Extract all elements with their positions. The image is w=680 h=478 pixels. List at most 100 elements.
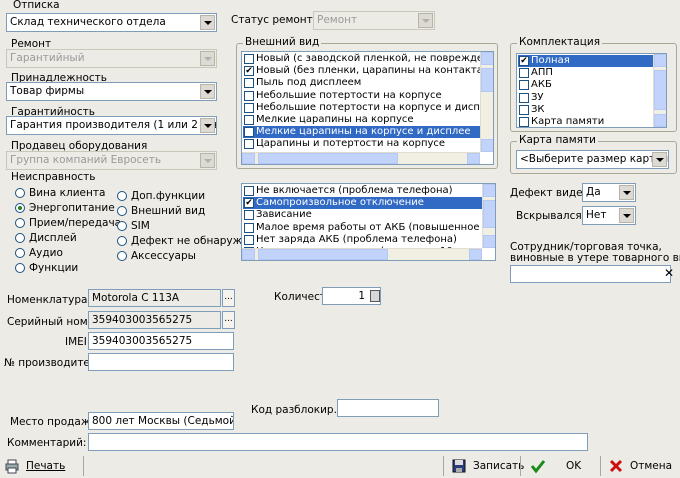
checkbox[interactable] bbox=[519, 117, 529, 127]
comment-field[interactable] bbox=[88, 433, 588, 451]
radio-icon[interactable] bbox=[15, 218, 25, 228]
chevron-down-icon[interactable] bbox=[200, 118, 215, 133]
save-button[interactable]: Записать bbox=[451, 456, 524, 476]
fault-radio[interactable]: Вина клиента bbox=[15, 187, 105, 199]
vertical-scrollbar[interactable] bbox=[653, 54, 666, 127]
fault-radio[interactable]: Доп.функции bbox=[117, 190, 205, 202]
sale-place-field[interactable]: 800 лет Москвы (Седьмой кон bbox=[88, 412, 234, 430]
garantiynost-select[interactable]: Гарантия производителя (1 или 2 года) bbox=[6, 116, 217, 135]
list-item[interactable]: Малое время работы от АКБ (повышенное эн… bbox=[243, 222, 482, 234]
chevron-down-icon[interactable] bbox=[619, 208, 634, 223]
clear-icon[interactable]: ✕ bbox=[664, 266, 674, 280]
scroll-up-icon[interactable] bbox=[483, 184, 495, 197]
chevron-down-icon[interactable] bbox=[619, 185, 634, 200]
fault-radio[interactable]: Прием/передача bbox=[15, 217, 121, 229]
radio-icon[interactable] bbox=[117, 251, 127, 261]
checkbox[interactable] bbox=[244, 115, 254, 126]
calculator-icon[interactable] bbox=[370, 290, 380, 302]
serial-browse-button[interactable]: ... bbox=[222, 311, 235, 329]
scroll-up-icon[interactable] bbox=[481, 52, 493, 65]
otpiska-select[interactable]: Склад технического отдела bbox=[6, 13, 217, 32]
fault-radio[interactable]: Внешний вид bbox=[117, 205, 205, 217]
ok-button[interactable]: OK bbox=[530, 456, 581, 476]
cancel-button[interactable]: Отмена bbox=[608, 456, 672, 476]
radio-icon[interactable] bbox=[15, 248, 25, 258]
scroll-up-icon[interactable] bbox=[654, 54, 666, 67]
fault-radio[interactable]: Аудио bbox=[15, 247, 63, 259]
checkbox[interactable] bbox=[519, 92, 529, 103]
list-item[interactable]: Зависание bbox=[243, 209, 482, 221]
list-item[interactable]: ✔ Полная bbox=[518, 55, 653, 68]
radio-icon[interactable] bbox=[117, 206, 127, 216]
checkbox[interactable] bbox=[244, 54, 254, 65]
list-item[interactable]: Мелкие царапины на корпусе и дисплее bbox=[243, 126, 480, 139]
prinadlezhnost-select[interactable]: Товар фирмы bbox=[6, 82, 217, 101]
scroll-down-icon[interactable] bbox=[654, 114, 666, 127]
opened-select[interactable]: Нет bbox=[582, 206, 636, 225]
memory-card-select[interactable]: <Выберите размер карты пам bbox=[516, 150, 669, 169]
radio-icon[interactable] bbox=[117, 236, 127, 246]
scroll-left-icon[interactable] bbox=[242, 153, 255, 164]
chevron-down-icon[interactable] bbox=[652, 152, 667, 167]
radio-icon[interactable] bbox=[15, 233, 25, 243]
list-item[interactable]: ЗК bbox=[518, 104, 653, 116]
list-item[interactable]: Небольшие потертости на корпусе bbox=[243, 90, 480, 102]
fault-radio[interactable]: Аксессуары bbox=[117, 250, 196, 262]
list-item[interactable]: Нет заряда АКБ (проблема телефона) bbox=[243, 234, 482, 246]
radio-icon[interactable] bbox=[117, 191, 127, 201]
list-item[interactable]: Не включается (проблема телефона) bbox=[243, 185, 482, 197]
scroll-left-icon[interactable] bbox=[242, 249, 255, 260]
defect-seen-select[interactable]: Да bbox=[582, 183, 636, 202]
checkbox[interactable] bbox=[244, 102, 254, 113]
unlock-code-field[interactable] bbox=[337, 399, 439, 417]
radio-icon[interactable] bbox=[15, 263, 25, 273]
vneshny-vid-list[interactable]: Новый (с заводской пленкой, не поврежден… bbox=[241, 51, 494, 165]
defects-list[interactable]: Не включается (проблема телефона) ✔ Самопр… bbox=[241, 183, 496, 261]
checkbox[interactable] bbox=[244, 234, 254, 245]
scroll-down-icon[interactable] bbox=[483, 235, 495, 248]
list-item[interactable]: ЗУ bbox=[518, 92, 653, 104]
scroll-thumb[interactable] bbox=[654, 70, 666, 110]
chevron-down-icon[interactable] bbox=[200, 15, 215, 30]
scroll-thumb-h[interactable] bbox=[258, 153, 398, 164]
radio-icon[interactable] bbox=[15, 188, 25, 198]
list-item[interactable]: ✔ Самопроизвольное отключение bbox=[243, 197, 482, 210]
vertical-scrollbar[interactable] bbox=[482, 184, 495, 248]
radio-icon[interactable] bbox=[117, 221, 127, 231]
list-item[interactable]: АПП bbox=[518, 67, 653, 79]
checkbox[interactable] bbox=[244, 127, 254, 138]
print-button[interactable]: Печать bbox=[4, 456, 65, 476]
checkbox[interactable]: ✔ bbox=[244, 198, 254, 209]
checkbox[interactable] bbox=[519, 80, 529, 91]
checkbox[interactable] bbox=[244, 210, 254, 221]
scroll-thumb-h[interactable] bbox=[258, 249, 388, 260]
checkbox[interactable] bbox=[519, 104, 529, 115]
checkbox[interactable]: ✔ bbox=[244, 66, 254, 77]
list-item[interactable]: Царапины и потертости на корпусе bbox=[243, 138, 480, 150]
fault-radio[interactable]: SIM bbox=[117, 220, 150, 232]
horizontal-scrollbar[interactable] bbox=[242, 152, 480, 164]
scroll-right-icon[interactable] bbox=[469, 249, 482, 260]
list-item[interactable]: Мелкие царапины на корпусе bbox=[243, 114, 480, 126]
checkbox[interactable] bbox=[244, 78, 254, 89]
manufacturer-no-field[interactable] bbox=[88, 353, 234, 371]
scroll-down-icon[interactable] bbox=[481, 139, 493, 152]
list-item[interactable]: Пыль под дисплеем bbox=[243, 77, 480, 89]
fault-radio[interactable]: Функции bbox=[15, 262, 78, 274]
nomenclature-browse-button[interactable]: ... bbox=[222, 289, 235, 307]
fault-radio[interactable]: Дефект не обнаружен bbox=[117, 235, 255, 247]
employee-field[interactable] bbox=[510, 265, 671, 283]
checkbox[interactable] bbox=[244, 222, 254, 233]
list-item[interactable]: АКБ bbox=[518, 79, 653, 91]
scroll-thumb[interactable] bbox=[481, 68, 493, 92]
checkbox[interactable] bbox=[519, 68, 529, 79]
list-item[interactable]: Карта памяти bbox=[518, 116, 653, 127]
radio-icon[interactable] bbox=[15, 203, 25, 213]
list-item[interactable]: Небольшие потертости на корпусе и диспле… bbox=[243, 102, 480, 114]
list-item[interactable]: ✔Новый (без пленки, царапины на контакта… bbox=[243, 65, 480, 77]
vertical-scrollbar[interactable] bbox=[480, 52, 493, 152]
imei-field[interactable]: 359403003565275 bbox=[88, 332, 234, 350]
fault-radio[interactable]: Дисплей bbox=[15, 232, 77, 244]
checkbox[interactable] bbox=[244, 186, 254, 197]
scroll-thumb[interactable] bbox=[483, 200, 495, 228]
